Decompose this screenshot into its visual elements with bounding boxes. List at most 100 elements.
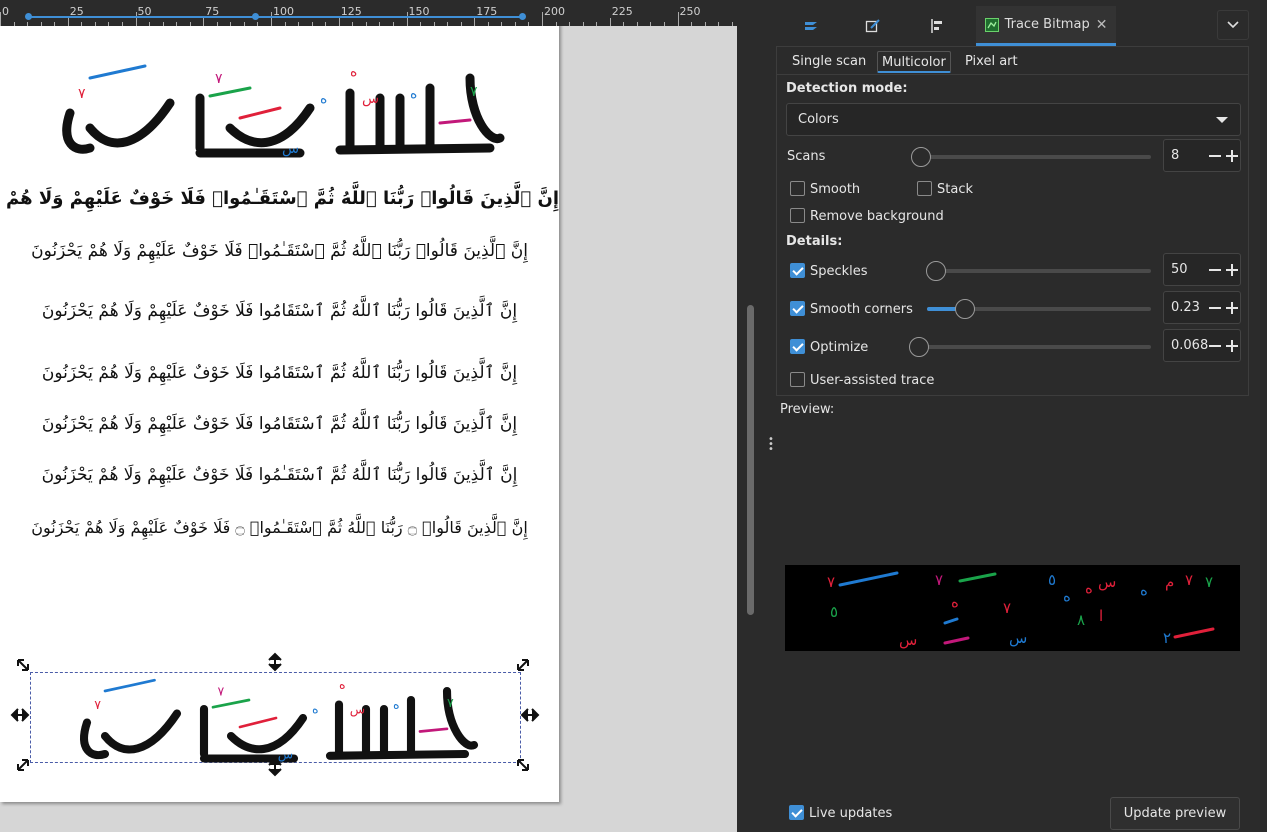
svg-text:٢: ٢ [1163,629,1171,647]
smooth-corners-label: Smooth corners [810,302,913,317]
drag-handle-icon[interactable]: • • • [768,435,774,455]
smooth-corners-value[interactable]: 0.23 [1171,300,1200,315]
ruler-tick [135,12,137,26]
handle-top-left [17,659,29,671]
dock-menu-button[interactable] [1217,10,1249,40]
svg-text:٧: ٧ [1185,571,1193,589]
speckles-label: Speckles [810,264,868,279]
optimize-spinbox[interactable]: 0.068 [1163,329,1241,362]
handle-left [10,708,30,722]
decrement-icon[interactable] [1209,155,1221,157]
dock-splitter[interactable]: • • • [765,0,775,832]
preview-label: Preview: [780,402,835,417]
selection-marker [25,13,32,20]
handle-top [268,652,282,672]
detection-mode-value: Colors [798,112,839,127]
increment-icon[interactable] [1226,150,1238,162]
stack-checkbox[interactable] [917,181,932,196]
detection-mode-label: Detection mode: [786,81,908,96]
optimize-checkbox[interactable] [790,339,805,354]
canvas[interactable]: ٧ه سه ٧ه س٧ إِنَّ ٱلَّذِينَ قَالُوا۟ رَب… [0,26,737,832]
scrollbar-thumb[interactable] [747,305,754,615]
update-preview-button[interactable]: Update preview [1110,797,1240,830]
horizontal-ruler[interactable]: 0 25 50 75 100 125 150 175 200 225 250 [0,0,747,26]
speckles-checkbox[interactable] [790,263,805,278]
svg-text:٥: ٥ [1048,571,1056,589]
svg-text:ه: ه [320,91,327,107]
detection-mode-dropdown[interactable]: Colors [786,103,1241,136]
ruler-tick [609,18,611,26]
ruler-tick [338,18,340,26]
arabic-text-line-6: إِنَّ ٱلَّذِينَ قَالُوا رَبُّنَا ٱللَّهُ… [41,465,518,485]
slider-knob[interactable] [911,147,931,167]
smooth-corners-spinbox[interactable]: 0.23 [1163,291,1241,324]
svg-text:س: س [282,141,299,157]
slider-knob[interactable] [909,337,929,357]
svg-text:س: س [899,631,917,649]
handle-bottom [268,757,282,777]
tab-pixel-art[interactable]: Pixel art [961,51,1022,73]
layers-icon [805,22,817,30]
svg-text:م: م [1165,573,1174,591]
scans-slider[interactable] [911,147,1151,167]
ruler-tick [474,18,476,26]
optimize-label: Optimize [810,340,869,355]
speckles-slider[interactable] [925,261,1151,281]
remove-background-checkbox[interactable] [790,208,805,223]
handle-right [520,708,540,722]
tab-fill-stroke[interactable] [851,6,895,46]
svg-text:٨: ٨ [1077,611,1085,629]
decrement-icon[interactable] [1209,307,1221,309]
live-updates-checkbox[interactable] [789,805,804,820]
ruler-tick [677,12,679,26]
ruler-label: 0 [2,5,9,18]
preview-image: ٧ ٥ ٧ ه ٧ ٥ ه ه س ه م ٧ ٧ ٨ ا ٢ س س [827,571,1215,649]
decrement-icon[interactable] [1209,269,1221,271]
speckles-spinbox[interactable]: 50 [1163,253,1241,286]
increment-icon[interactable] [1226,340,1238,352]
increment-icon[interactable] [1226,302,1238,314]
ruler-label: 225 [611,5,633,18]
trace-bitmap-panel: Single scan Multicolor Pixel art Detecti… [776,46,1249,396]
smooth-corners-slider[interactable] [927,299,1151,319]
tab-single-scan[interactable]: Single scan [788,51,870,73]
scans-value[interactable]: 8 [1171,148,1179,163]
tab-align[interactable] [915,6,959,46]
optimize-value[interactable]: 0.068 [1171,338,1208,353]
live-updates-label: Live updates [809,806,893,821]
user-assisted-label: User-assisted trace [810,373,935,388]
decrement-icon[interactable] [1209,345,1221,347]
arabic-text-line-5: إِنَّ ٱلَّذِينَ قَالُوا رَبُّنَا ٱللَّهُ… [41,414,518,434]
selection-extent [28,16,522,18]
user-assisted-checkbox[interactable] [790,372,805,387]
slider-knob[interactable] [955,299,976,319]
ruler-tick [271,12,272,26]
ruler-label: 250 [679,5,701,18]
smooth-label: Smooth [810,182,861,197]
svg-text:٧: ٧ [78,86,86,102]
tab-trace-bitmap-label: Trace Bitmap [1004,17,1090,32]
document-page: ٧ه سه ٧ه س٧ إِنَّ ٱلَّذِينَ قَالُوا۟ رَب… [0,26,559,802]
tab-multicolor[interactable]: Multicolor [877,51,951,73]
optimize-slider[interactable] [909,337,1151,357]
scans-spinbox[interactable]: 8 [1163,139,1241,172]
increment-icon[interactable] [1226,264,1238,276]
svg-text:٧: ٧ [935,571,943,589]
svg-text:٧: ٧ [215,71,223,87]
tab-trace-bitmap[interactable]: Trace Bitmap ✕ [976,6,1116,46]
ruler-label: 200 [544,5,565,18]
stack-label: Stack [937,182,973,197]
svg-text:ه: ه [1085,579,1093,597]
svg-text:س: س [362,91,379,107]
svg-text:س: س [1098,573,1116,591]
vertical-scrollbar[interactable] [737,0,765,832]
close-icon[interactable]: ✕ [1096,17,1108,33]
speckles-value[interactable]: 50 [1171,262,1188,277]
arabic-text-line-7: إِنَّ ٱلَّذِينَ قَالُوا۟ ۝ رَبُّنَا ٱللَ… [31,518,528,537]
selection-handles[interactable] [10,652,545,777]
tab-layers[interactable] [789,6,833,46]
slider-knob[interactable] [925,261,946,281]
smooth-corners-checkbox[interactable] [790,301,805,316]
smooth-checkbox[interactable] [790,181,805,196]
svg-text:٧: ٧ [1003,599,1011,617]
